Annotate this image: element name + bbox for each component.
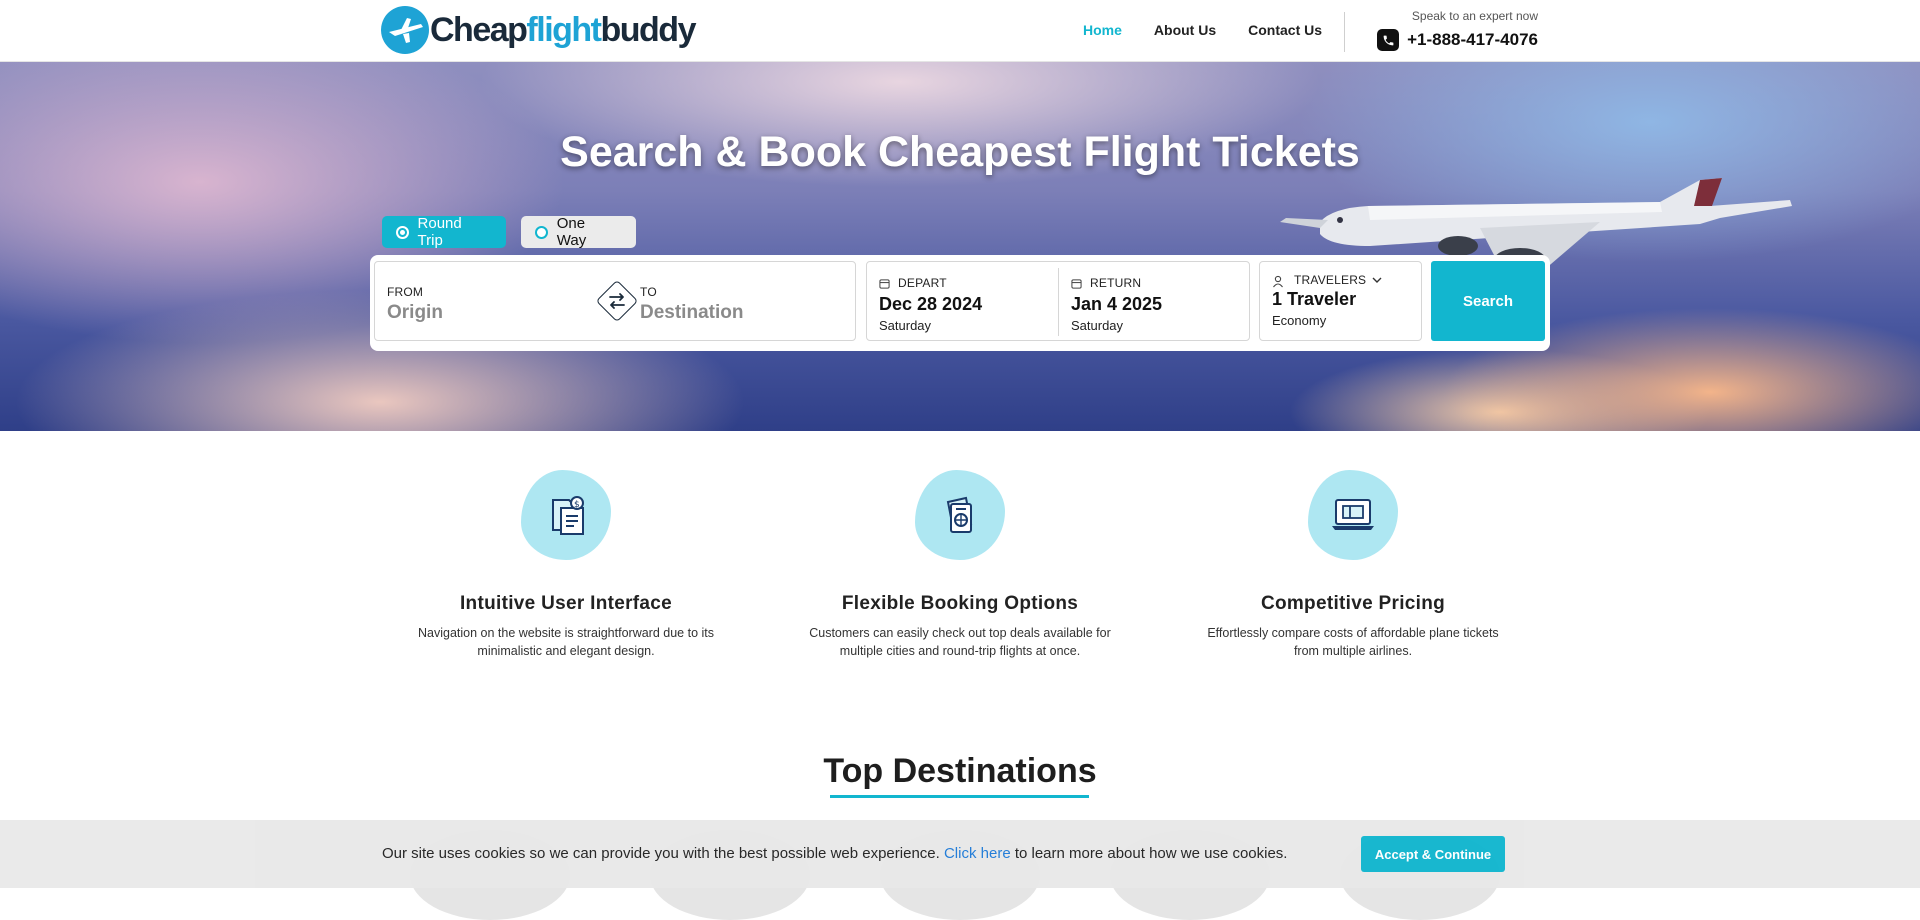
feature-description-line: Customers can easily check out top deals… [809, 626, 1111, 640]
laptop-compare-icon [1332, 499, 1374, 530]
destination-input[interactable]: Destination [640, 302, 743, 324]
feature-intuitive-ui: $ Intuitive User Interface Navigation on… [396, 470, 736, 660]
logo-text-cheap: Cheap [430, 11, 528, 49]
passport-ticket-icon [946, 496, 973, 533]
feature-icon-background: $ [521, 470, 611, 560]
hero-banner: Search & Book Cheapest Flight Tickets Ro… [0, 62, 1920, 431]
cookie-text: Our site uses cookies so we can provide … [382, 845, 944, 862]
destination-field[interactable]: TO Destination [640, 262, 855, 340]
cookie-banner: Our site uses cookies so we can provide … [0, 820, 1920, 888]
depart-label: DEPART [898, 276, 947, 290]
feature-description-line: Effortlessly compare costs of affordable… [1207, 626, 1499, 640]
feature-description: Effortlessly compare costs of affordable… [1183, 624, 1523, 660]
return-day: Saturday [1071, 318, 1124, 333]
calendar-icon [1071, 279, 1082, 289]
feature-title: Intuitive User Interface [459, 593, 673, 614]
search-button[interactable]: Search [1431, 261, 1545, 341]
travelers-label: TRAVELERS [1294, 273, 1367, 287]
one-way-label: One Way [556, 215, 587, 249]
logo-text-flight: flight [526, 11, 602, 49]
logo-text-buddy: buddy [600, 11, 697, 49]
hero-title: Search & Book Cheapest Flight Tickets [560, 128, 1360, 176]
depart-date: Dec 28 2024 [879, 294, 983, 314]
person-icon [1273, 275, 1283, 288]
nav-home[interactable]: Home [1083, 22, 1122, 38]
origin-input[interactable]: Origin [387, 302, 443, 324]
date-fields: DEPART Dec 28 2024 Saturday RETURN Jan 4… [866, 261, 1250, 341]
return-label: RETURN [1090, 276, 1142, 290]
header-divider [1344, 12, 1345, 52]
feature-flexible-booking: Flexible Booking Options Customers can e… [790, 470, 1130, 660]
feature-description-line: multiple cities and round-trip flights a… [839, 644, 1081, 658]
title-underline [830, 795, 1089, 798]
return-field[interactable]: RETURN Jan 4 2025 Saturday [1059, 262, 1249, 340]
airplane-logo-icon [381, 6, 429, 54]
calendar-icon [879, 279, 890, 289]
cookie-message: Our site uses cookies so we can provide … [382, 845, 1287, 862]
feature-title: Flexible Booking Options [841, 593, 1079, 614]
svg-text:$: $ [574, 500, 580, 510]
chevron-down-icon [1372, 277, 1382, 283]
feature-title: Competitive Pricing [1260, 593, 1446, 614]
feature-competitive-pricing: Competitive Pricing Effortlessly compare… [1183, 470, 1523, 660]
nav-contact-us[interactable]: Contact Us [1248, 22, 1322, 38]
swap-route-button[interactable] [595, 279, 639, 323]
round-trip-toggle[interactable]: Round Trip [382, 215, 506, 249]
feature-icon-background [915, 470, 1005, 560]
travelers-count: 1 Traveler [1272, 289, 1357, 309]
from-label: FROM [387, 285, 424, 299]
site-header: Cheapflightbuddy Home About Us Contact U… [0, 0, 1920, 62]
feature-description-line: from multiple airlines. [1293, 644, 1413, 658]
cookie-text: to learn more about how we use cookies. [1010, 845, 1288, 862]
top-destinations-title: Top Destinations [823, 752, 1097, 790]
to-label: TO [640, 285, 657, 299]
phone-number: +1-888-417-4076 [1407, 30, 1538, 49]
one-way-toggle[interactable]: One Way [521, 215, 636, 249]
radio-unselected-icon [535, 225, 548, 239]
feature-description: Customers can easily check out top deals… [790, 624, 1130, 660]
accept-cookies-button[interactable]: Accept & Continue [1361, 836, 1505, 872]
feature-description-line: minimalistic and elegant design. [477, 644, 655, 658]
return-date: Jan 4 2025 [1071, 294, 1163, 314]
phone-icon [1377, 29, 1400, 51]
feature-description-line: Navigation on the website is straightfor… [418, 626, 714, 640]
cookie-policy-link[interactable]: Click here [944, 845, 1011, 862]
travel-class: Economy [1272, 313, 1327, 328]
price-tag-document-icon: $ [552, 496, 584, 535]
feature-description: Navigation on the website is straightfor… [396, 624, 736, 660]
swap-arrows-icon [609, 293, 625, 309]
route-fields: FROM Origin TO Destination [374, 261, 856, 341]
origin-field[interactable]: FROM Origin [375, 262, 590, 340]
nav-about-us[interactable]: About Us [1154, 22, 1216, 38]
depart-day: Saturday [879, 318, 932, 333]
round-trip-label: Round Trip [417, 215, 462, 249]
feature-icon-background [1308, 470, 1398, 560]
travelers-field[interactable]: TRAVELERS 1 Traveler Economy [1259, 261, 1422, 341]
site-logo[interactable]: Cheapflightbuddy [381, 6, 697, 54]
phone-link[interactable]: +1-888-417-4076 [1377, 29, 1538, 51]
main-nav: Home About Us Contact Us [1083, 22, 1322, 38]
radio-selected-icon [396, 225, 409, 239]
depart-field[interactable]: DEPART Dec 28 2024 Saturday [867, 262, 1057, 340]
flight-search-form: FROM Origin TO Destination DEPART Dec 28… [370, 255, 1550, 351]
expert-label: Speak to an expert now [1411, 9, 1538, 23]
